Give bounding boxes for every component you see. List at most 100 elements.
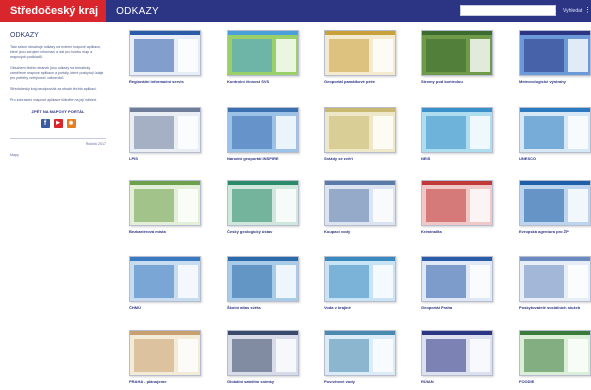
- link-card[interactable]: Evropská agentura pro ŽP: [519, 180, 591, 234]
- link-thumbnail[interactable]: [227, 30, 299, 76]
- link-card[interactable]: Koupací vody: [324, 180, 396, 234]
- link-card[interactable]: Globální satelitní snímky: [227, 330, 299, 384]
- link-label[interactable]: PRAHA - plánujeme: [129, 379, 201, 384]
- link-card[interactable]: FOODIE: [519, 330, 591, 384]
- link-label[interactable]: Kontrolní činnost SVS: [227, 79, 299, 84]
- link-thumbnail[interactable]: [324, 30, 396, 76]
- thumbnail-content: [232, 39, 272, 72]
- search-icon[interactable]: ⌕: [548, 5, 560, 17]
- sidebar-footer[interactable]: Mapy: [10, 153, 106, 157]
- link-label[interactable]: Bezbariérová místa: [129, 229, 201, 234]
- link-card[interactable]: ČHMÚ: [129, 256, 201, 310]
- link-thumbnail[interactable]: [129, 180, 201, 226]
- link-label[interactable]: UNESCO: [519, 156, 591, 161]
- thumbnail-content: [524, 265, 564, 298]
- link-label[interactable]: Voda v krajině: [324, 305, 396, 310]
- link-card[interactable]: Geoportál Praha: [421, 256, 493, 310]
- link-thumbnail[interactable]: [129, 107, 201, 153]
- rss-icon[interactable]: ◉: [66, 119, 76, 128]
- youtube-icon[interactable]: ▶: [53, 119, 63, 128]
- link-card[interactable]: PRAHA - plánujeme: [129, 330, 201, 384]
- link-card[interactable]: Poskytovatelé sociálních služeb: [519, 256, 591, 310]
- link-thumbnail[interactable]: [129, 330, 201, 376]
- link-thumbnail[interactable]: [519, 330, 591, 376]
- sidebar-instructions: Pro zobrazení mapové aplikace klikněte n…: [10, 98, 97, 102]
- link-label[interactable]: Národní geoportál INSPIRE: [227, 156, 299, 161]
- link-card[interactable]: Národní geoportál INSPIRE: [227, 107, 299, 161]
- link-label[interactable]: Meteorologické výstrahy: [519, 79, 591, 84]
- link-card[interactable]: RÚIAN: [421, 330, 493, 384]
- link-thumbnail[interactable]: [421, 180, 493, 226]
- link-label[interactable]: Poskytovatelé sociálních služeb: [519, 305, 591, 310]
- thumbnail-header: [520, 108, 590, 112]
- thumbnail-content: [329, 265, 369, 298]
- link-card[interactable]: Český geologický ústav: [227, 180, 299, 234]
- thumbnail-content: [134, 339, 174, 372]
- thumbnail-content: [329, 116, 369, 149]
- link-card[interactable]: Geoportál památkové péče: [324, 30, 396, 84]
- link-card[interactable]: Meteorologické výstrahy: [519, 30, 591, 84]
- link-label[interactable]: NEIS: [421, 156, 493, 161]
- link-thumbnail[interactable]: [324, 256, 396, 302]
- menu-icon[interactable]: ⋮: [584, 6, 591, 15]
- link-label[interactable]: FOODIE: [519, 379, 591, 384]
- link-label[interactable]: LPIS: [129, 156, 201, 161]
- link-card[interactable]: UNESCO: [519, 107, 591, 161]
- link-label[interactable]: Geoportál památkové péče: [324, 79, 396, 84]
- link-card[interactable]: Bezbariérová místa: [129, 180, 201, 234]
- link-label[interactable]: Školní atlas světa: [227, 305, 299, 310]
- link-thumbnail[interactable]: [227, 256, 299, 302]
- link-card[interactable]: Stromy pod kontrolou: [421, 30, 493, 84]
- link-thumbnail[interactable]: [227, 330, 299, 376]
- link-thumbnail[interactable]: [129, 256, 201, 302]
- link-thumbnail[interactable]: [519, 256, 591, 302]
- search-button[interactable]: Vyhledat: [563, 5, 582, 17]
- link-card[interactable]: NEIS: [421, 107, 493, 161]
- link-card[interactable]: Sráždy se zvěří: [324, 107, 396, 161]
- link-thumbnail[interactable]: [519, 107, 591, 153]
- thumbnail-sidebar: [470, 189, 490, 222]
- section-title[interactable]: ODKAZY: [106, 0, 169, 22]
- brand-logo[interactable]: Středočeský kraj: [0, 0, 107, 22]
- link-label[interactable]: RÚIAN: [421, 379, 493, 384]
- link-label[interactable]: Stromy pod kontrolou: [421, 79, 493, 84]
- link-thumbnail[interactable]: [519, 180, 591, 226]
- thumbnail-sidebar: [178, 339, 198, 372]
- thumbnail-sidebar: [470, 116, 490, 149]
- link-label[interactable]: ČHMÚ: [129, 305, 201, 310]
- facebook-icon[interactable]: f: [40, 119, 50, 128]
- thumbnail-sidebar: [178, 265, 198, 298]
- link-thumbnail[interactable]: [324, 180, 396, 226]
- thumbnail-header: [422, 31, 492, 35]
- link-label[interactable]: Globální satelitní snímky: [227, 379, 299, 384]
- link-label[interactable]: Kriminalita: [421, 229, 493, 234]
- link-label[interactable]: Evropská agentura pro ŽP: [519, 229, 591, 234]
- link-label[interactable]: Český geologický ústav: [227, 229, 299, 234]
- thumbnail-content: [134, 265, 174, 298]
- link-thumbnail[interactable]: [421, 107, 493, 153]
- link-thumbnail[interactable]: [421, 256, 493, 302]
- link-label[interactable]: Regionální informační servis: [129, 79, 201, 84]
- link-thumbnail[interactable]: [129, 30, 201, 76]
- thumbnail-header: [130, 257, 200, 261]
- search-input[interactable]: [460, 5, 556, 16]
- link-thumbnail[interactable]: [227, 107, 299, 153]
- link-thumbnail[interactable]: [227, 180, 299, 226]
- link-card[interactable]: Povrchové vody: [324, 330, 396, 384]
- link-card[interactable]: Školní atlas světa: [227, 256, 299, 310]
- link-label[interactable]: Geoportál Praha: [421, 305, 493, 310]
- link-card[interactable]: Voda v krajině: [324, 256, 396, 310]
- link-card[interactable]: Kontrolní činnost SVS: [227, 30, 299, 84]
- link-label[interactable]: Povrchové vody: [324, 379, 396, 384]
- link-thumbnail[interactable]: [421, 330, 493, 376]
- link-thumbnail[interactable]: [519, 30, 591, 76]
- link-label[interactable]: Koupací vody: [324, 229, 396, 234]
- link-label[interactable]: Sráždy se zvěří: [324, 156, 396, 161]
- link-card[interactable]: Regionální informační servis: [129, 30, 201, 84]
- link-card[interactable]: LPIS: [129, 107, 201, 161]
- link-thumbnail[interactable]: [421, 30, 493, 76]
- link-thumbnail[interactable]: [324, 330, 396, 376]
- back-to-portal-link[interactable]: ZPĚT NA MAPOVÝ PORTÁL: [10, 109, 106, 114]
- link-card[interactable]: Kriminalita: [421, 180, 493, 234]
- link-thumbnail[interactable]: [324, 107, 396, 153]
